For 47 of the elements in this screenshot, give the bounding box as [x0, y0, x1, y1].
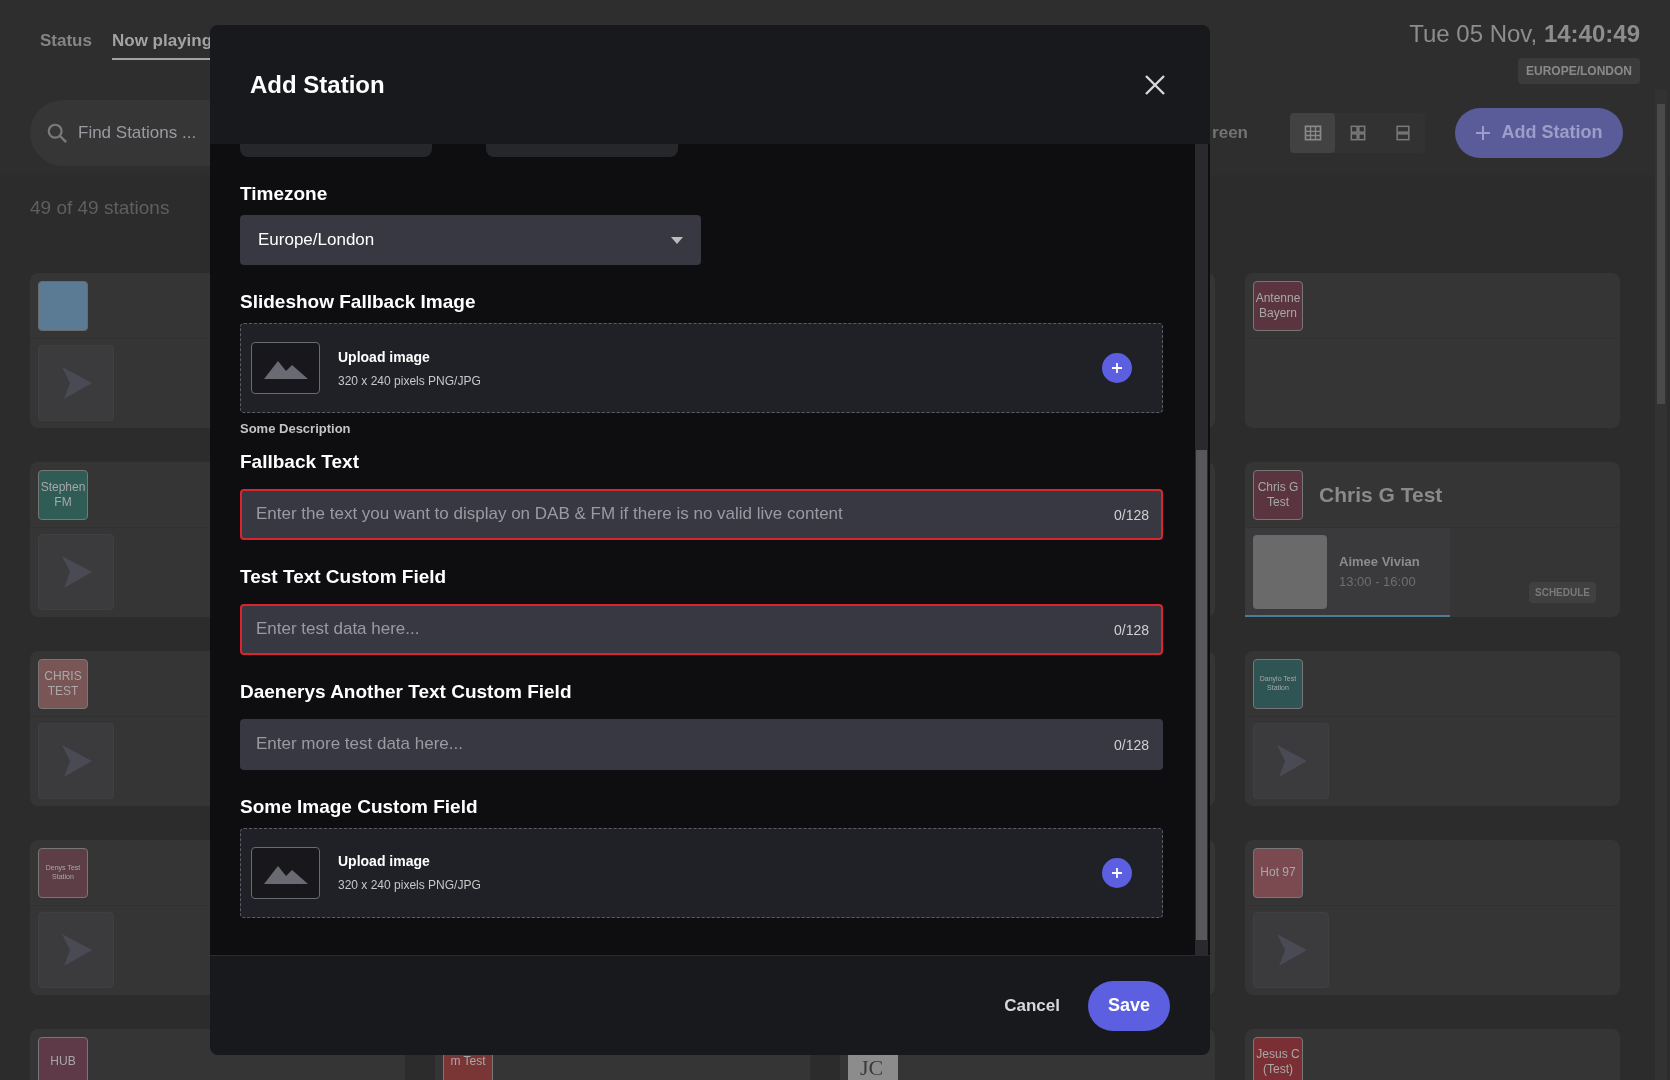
upload-hint: 320 x 240 pixels PNG/JPG — [338, 877, 482, 894]
close-icon — [1145, 74, 1165, 95]
search-icon — [46, 121, 68, 144]
character-counter: 0/128 — [1113, 735, 1149, 755]
add-image-button[interactable] — [1102, 857, 1132, 888]
character-counter: 0/128 — [1113, 620, 1149, 640]
view-toggle[interactable] — [1290, 112, 1335, 153]
station-title: Chris G Test — [1319, 481, 1443, 508]
clock-text: Tue 05 Nov, 14:40:49 — [1409, 19, 1640, 49]
station-logo: Stephen FM — [38, 469, 88, 520]
caret-icon — [671, 236, 683, 244]
station-logo: Jesus C (Test) — [1253, 1036, 1303, 1080]
logo-text: JC — [860, 1056, 884, 1079]
field-label: Some Image Custom Field — [240, 795, 479, 818]
add-image-button[interactable] — [1102, 353, 1132, 383]
field-label: Fallback Text — [240, 450, 360, 473]
station-logo: Chris G Test — [1253, 469, 1303, 520]
plus-icon — [1112, 363, 1122, 373]
field-label: Daenerys Another Text Custom Field — [240, 680, 573, 703]
upload-title: Upload image — [338, 347, 431, 367]
tab[interactable]: Status — [40, 28, 92, 60]
character-counter: 0/128 — [1113, 505, 1149, 525]
timezone-badge: EUROPE/LONDON — [1518, 58, 1640, 84]
cancel-button[interactable]: Cancel — [1004, 992, 1060, 1019]
plus-icon — [1475, 125, 1490, 140]
input-field[interactable] — [486, 144, 678, 157]
host-name: Aimee Vivian — [1339, 553, 1420, 571]
station-logo: Hot 97 — [1253, 847, 1303, 898]
upload-title: Upload image — [338, 852, 431, 871]
scrollbar[interactable] — [1195, 144, 1208, 955]
station-logo: Antenne Bayern — [1253, 280, 1303, 331]
scrollbar[interactable] — [1655, 90, 1667, 1080]
save-button[interactable]: Save — [1088, 980, 1170, 1031]
timezone-select[interactable]: Europe/London — [240, 215, 701, 265]
station-logo: CHRIS TEST — [38, 658, 88, 709]
station-logo: HUB — [38, 1036, 88, 1080]
field-label: Timezone — [240, 183, 329, 205]
dialog-title: Add Station — [250, 69, 385, 100]
input-field[interactable] — [240, 144, 432, 157]
field-label: Test Text Custom Field — [240, 565, 448, 588]
upload-area[interactable]: Upload image 320 x 240 pixels PNG/JPG — [240, 827, 1163, 918]
field-label: Slideshow Fallback Image — [240, 291, 477, 313]
button-text[interactable]: reen — [1212, 119, 1248, 146]
plus-icon — [1112, 867, 1122, 878]
upload-area[interactable]: Upload image 320 x 240 pixels PNG/JPG — [240, 323, 1163, 413]
upload-hint: 320 x 240 pixels PNG/JPG — [338, 372, 482, 390]
field-description: Some Description — [240, 420, 352, 438]
